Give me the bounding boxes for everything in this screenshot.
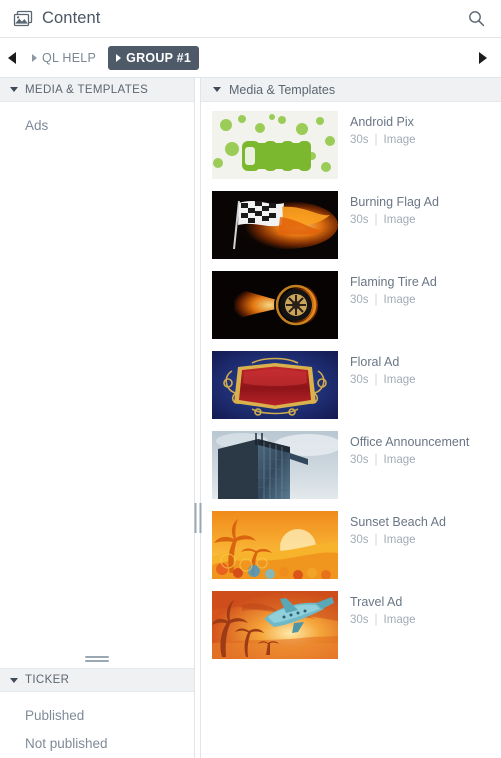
list-item-meta: Floral Ad 30s | Image: [350, 351, 416, 388]
list-item-meta: Sunset Beach Ad 30s | Image: [350, 511, 446, 548]
list-item-subtitle: 30s | Image: [350, 212, 439, 228]
list-item-subtitle: 30s | Image: [350, 452, 469, 468]
image-content-icon: [13, 10, 33, 27]
search-icon[interactable]: [465, 8, 487, 30]
sidebar-section-label: MEDIA & TEMPLATES: [25, 83, 149, 96]
item-separator: |: [374, 534, 378, 546]
item-duration: 30s: [350, 214, 369, 226]
item-duration: 30s: [350, 614, 369, 626]
list-item[interactable]: Travel Ad 30s | Image: [201, 585, 501, 665]
item-type: Image: [383, 534, 416, 546]
horizontal-splitter-handle[interactable]: [0, 650, 194, 668]
item-separator: |: [374, 214, 378, 226]
ticker-tree: TICKER Published Not published: [0, 650, 194, 758]
thumbnail-floral: [212, 351, 338, 419]
breadcrumb-label: QL HELP: [42, 50, 97, 65]
chevron-down-icon: [213, 87, 221, 92]
list-item-subtitle: 30s | Image: [350, 292, 437, 308]
sidebar-section-ticker[interactable]: TICKER: [0, 668, 194, 692]
item-type: Image: [383, 294, 416, 306]
list-item[interactable]: Flaming Tire Ad 30s | Image: [201, 265, 501, 345]
thumbnail-office: [212, 431, 338, 499]
item-type: Image: [383, 214, 416, 226]
left-sidebar: MEDIA & TEMPLATES Ads TICKER Published N…: [0, 78, 194, 758]
list-item-subtitle: 30s | Image: [350, 372, 416, 388]
thumbnail-travel: [212, 591, 338, 659]
breadcrumb: QL HELP GROUP #1: [0, 38, 501, 78]
sidebar-section-media-templates[interactable]: MEDIA & TEMPLATES: [0, 78, 194, 102]
splitter-grip: [194, 503, 201, 533]
list-item-meta: Burning Flag Ad 30s | Image: [350, 191, 439, 228]
list-item[interactable]: Android Pix 30s | Image: [201, 105, 501, 185]
list-item-meta: Flaming Tire Ad 30s | Image: [350, 271, 437, 308]
ticker-items: Published Not published: [0, 692, 194, 758]
list-item-title: Flaming Tire Ad: [350, 275, 437, 289]
splitter-grip: [85, 654, 109, 664]
item-separator: |: [374, 294, 378, 306]
list-item[interactable]: Office Announcement 30s | Image: [201, 425, 501, 505]
item-duration: 30s: [350, 534, 369, 546]
app-title-group: Content: [13, 9, 101, 28]
item-separator: |: [374, 134, 378, 146]
list-item-title: Burning Flag Ad: [350, 195, 439, 209]
item-type: Image: [383, 134, 416, 146]
thumbnail-sunset-beach: [212, 511, 338, 579]
item-duration: 30s: [350, 454, 369, 466]
list-item-meta: Office Announcement 30s | Image: [350, 431, 469, 468]
item-type: Image: [383, 454, 416, 466]
list-item-subtitle: 30s | Image: [350, 612, 416, 628]
app-header: Content: [0, 0, 501, 38]
sidebar-item-published[interactable]: Published: [0, 702, 194, 730]
chevron-down-icon: [10, 87, 18, 92]
breadcrumb-item-ql-help[interactable]: QL HELP: [24, 46, 104, 70]
item-duration: 30s: [350, 134, 369, 146]
page-title: Content: [42, 9, 101, 27]
vertical-splitter-handle[interactable]: [194, 78, 201, 758]
list-item-title: Android Pix: [350, 115, 414, 129]
sidebar-section-label: TICKER: [25, 674, 70, 686]
list-item-subtitle: 30s | Image: [350, 132, 416, 148]
list-item-title: Sunset Beach Ad: [350, 515, 446, 529]
list-item[interactable]: Sunset Beach Ad 30s | Image: [201, 505, 501, 585]
item-separator: |: [374, 374, 378, 386]
list-item-title: Floral Ad: [350, 355, 400, 369]
media-templates-tree: MEDIA & TEMPLATES Ads: [0, 78, 194, 650]
item-duration: 30s: [350, 374, 369, 386]
list-item-subtitle: 30s | Image: [350, 532, 446, 548]
item-separator: |: [374, 454, 378, 466]
list-item-title: Travel Ad: [350, 595, 403, 609]
sidebar-item-not-published[interactable]: Not published: [0, 730, 194, 758]
chevron-right-icon: [32, 53, 37, 62]
list-item-title: Office Announcement: [350, 435, 470, 449]
chevron-right-icon: [116, 53, 122, 62]
sidebar-item-ads[interactable]: Ads: [0, 112, 194, 140]
chevron-down-icon: [10, 677, 18, 683]
media-list: Android Pix 30s | Image Burning Flag Ad …: [201, 102, 501, 758]
item-separator: |: [374, 614, 378, 626]
list-item[interactable]: Burning Flag Ad 30s | Image: [201, 185, 501, 265]
media-templates-items: Ads: [0, 102, 194, 140]
main-split-area: MEDIA & TEMPLATES Ads TICKER Published N…: [0, 78, 501, 758]
breadcrumb-item-group-1[interactable]: GROUP #1: [108, 45, 200, 70]
item-type: Image: [383, 374, 416, 386]
breadcrumb-label: GROUP #1: [126, 50, 192, 65]
arrow-left-icon[interactable]: [4, 47, 20, 69]
item-type: Image: [383, 614, 416, 626]
list-item-meta: Android Pix 30s | Image: [350, 111, 416, 148]
content-panel: Media & Templates Android Pix 30s | Imag…: [201, 78, 501, 758]
thumbnail-flaming-tire: [212, 271, 338, 339]
thumbnail-burning-flag: [212, 191, 338, 259]
item-duration: 30s: [350, 294, 369, 306]
breadcrumb-items: QL HELP GROUP #1: [24, 45, 200, 70]
thumbnail-android-pix: [212, 111, 338, 179]
content-panel-title: Media & Templates: [229, 82, 336, 97]
list-item[interactable]: Floral Ad 30s | Image: [201, 345, 501, 425]
arrow-right-icon[interactable]: [475, 47, 491, 69]
list-item-meta: Travel Ad 30s | Image: [350, 591, 416, 628]
content-panel-header[interactable]: Media & Templates: [201, 78, 501, 102]
